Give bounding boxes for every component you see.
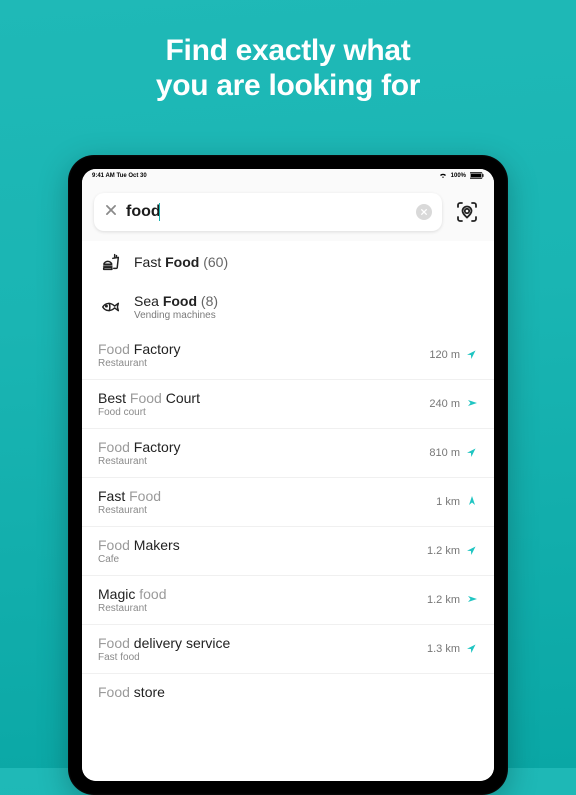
result-text: Best Food CourtFood court — [98, 390, 200, 418]
category-text: Fast Food (60) — [134, 254, 228, 270]
result-subtitle: Restaurant — [98, 358, 181, 369]
device-screen: 9:41 AM Tue Oct 30 100% food — [82, 169, 494, 781]
category-subtitle: Vending machines — [134, 310, 218, 321]
direction-icon — [466, 348, 478, 363]
result-title: Food Factory — [98, 439, 181, 455]
fastfood-icon — [100, 251, 122, 273]
result-text: Fast FoodRestaurant — [98, 488, 161, 516]
category-text: Sea Food (8)Vending machines — [134, 293, 218, 321]
category-row[interactable]: Sea Food (8)Vending machines — [82, 283, 494, 331]
result-distance: 1.2 km — [427, 544, 478, 559]
direction-icon — [466, 397, 478, 412]
result-distance: 240 m — [429, 397, 478, 412]
direction-icon — [466, 642, 478, 657]
direction-icon — [466, 446, 478, 461]
result-row[interactable]: Food FactoryRestaurant 810 m — [82, 428, 494, 477]
result-row[interactable]: Food MakersCafe 1.2 km — [82, 526, 494, 575]
status-time: 9:41 AM Tue Oct 30 — [92, 173, 147, 179]
battery-icon — [470, 172, 484, 181]
result-text: Food MakersCafe — [98, 537, 180, 565]
result-subtitle: Restaurant — [98, 505, 161, 516]
result-title: Magic food — [98, 586, 166, 602]
result-text: Food store — [98, 684, 165, 700]
result-text: Magic foodRestaurant — [98, 586, 166, 614]
text-caret — [159, 203, 161, 221]
results-panel: Fast Food (60) Sea Food (8)Vending machin… — [82, 241, 494, 781]
result-distance: 1 km — [436, 495, 478, 510]
result-title: Food delivery service — [98, 635, 230, 651]
result-text: Food FactoryRestaurant — [98, 439, 181, 467]
battery-percent: 100% — [451, 173, 466, 179]
result-title: Fast Food — [98, 488, 161, 504]
hero-line-2: you are looking for — [0, 69, 576, 104]
result-row[interactable]: Food FactoryRestaurant 120 m — [82, 331, 494, 379]
result-subtitle: Fast food — [98, 652, 230, 663]
direction-icon — [466, 593, 478, 608]
direction-icon — [466, 495, 478, 510]
close-icon[interactable] — [104, 203, 118, 221]
category-row[interactable]: Fast Food (60) — [82, 241, 494, 283]
fish-icon — [100, 296, 122, 318]
result-row[interactable]: Fast FoodRestaurant 1 km — [82, 477, 494, 526]
result-subtitle: Cafe — [98, 554, 180, 565]
result-title: Food Makers — [98, 537, 180, 553]
result-distance: 1.3 km — [427, 642, 478, 657]
result-row[interactable]: Magic foodRestaurant 1.2 km — [82, 575, 494, 624]
hero-line-1: Find exactly what — [0, 34, 576, 69]
result-title: Food store — [98, 684, 165, 700]
status-bar: 9:41 AM Tue Oct 30 100% — [82, 169, 494, 183]
result-title: Best Food Court — [98, 390, 200, 406]
result-row[interactable]: Food delivery serviceFast food 1.3 km — [82, 624, 494, 673]
direction-icon — [466, 544, 478, 559]
result-row[interactable]: Best Food CourtFood court 240 m — [82, 379, 494, 428]
tablet-frame: 9:41 AM Tue Oct 30 100% food — [68, 155, 508, 795]
search-bar: food — [82, 183, 494, 241]
result-text: Food FactoryRestaurant — [98, 341, 181, 369]
result-distance: 120 m — [429, 348, 478, 363]
result-subtitle: Food court — [98, 407, 200, 418]
wifi-icon — [439, 172, 447, 180]
result-text: Food delivery serviceFast food — [98, 635, 230, 663]
result-subtitle: Restaurant — [98, 603, 166, 614]
category-title: Sea Food (8) — [134, 293, 218, 309]
result-row[interactable]: Food store — [82, 673, 494, 710]
result-subtitle: Restaurant — [98, 456, 181, 467]
search-input[interactable]: food — [126, 203, 408, 221]
clear-icon[interactable] — [416, 204, 432, 220]
category-title: Fast Food (60) — [134, 254, 228, 270]
result-distance: 1.2 km — [427, 593, 478, 608]
locate-on-map-button[interactable] — [452, 197, 482, 227]
search-field[interactable]: food — [94, 193, 442, 231]
result-title: Food Factory — [98, 341, 181, 357]
hero-title: Find exactly what you are looking for — [0, 0, 576, 103]
result-distance: 810 m — [429, 446, 478, 461]
